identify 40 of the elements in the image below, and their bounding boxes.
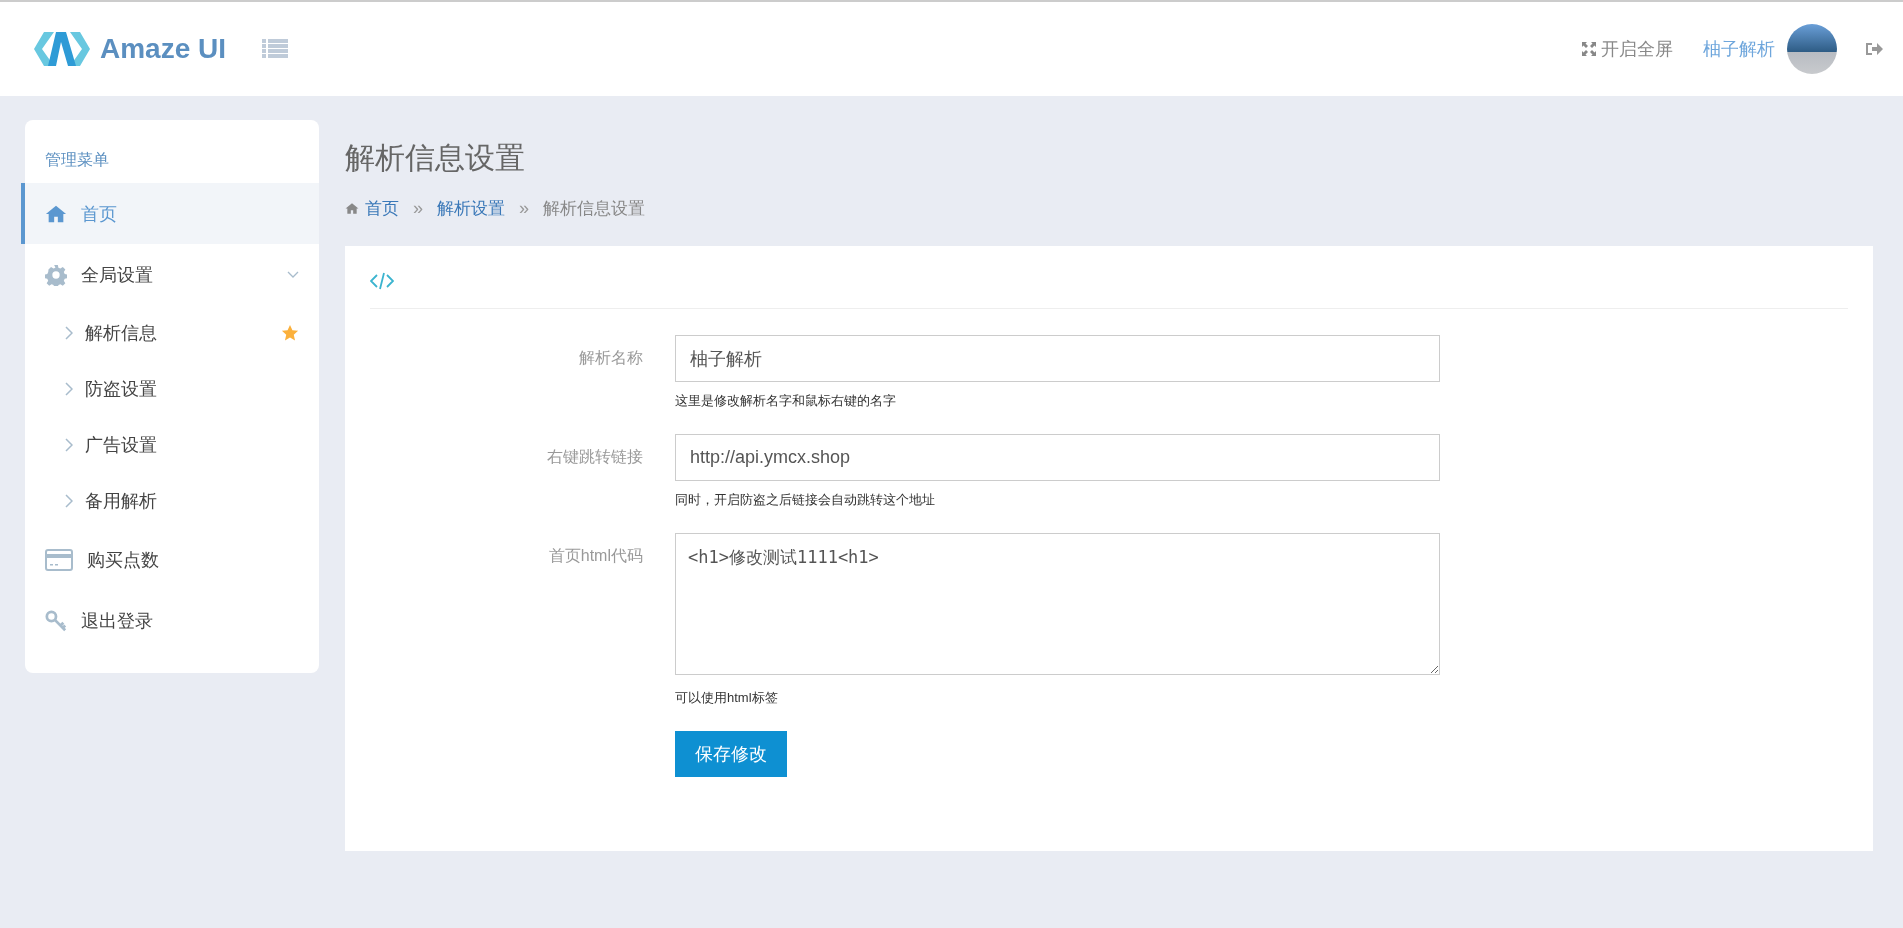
sidebar-subitem[interactable]: 防盗设置 <box>25 361 319 417</box>
chevron-icon <box>65 438 73 452</box>
gear-icon <box>45 263 67 286</box>
field-label: 右键跳转链接 <box>546 447 643 467</box>
expand-icon <box>1581 41 1597 57</box>
avatar-photo[interactable] <box>1787 24 1837 74</box>
breadcrumb-separator: » <box>519 198 530 219</box>
page-title: 解析信息设置 <box>345 140 526 176</box>
field-label: 首页html代码 <box>547 546 643 566</box>
credit-card-icon <box>45 548 73 571</box>
logo-icon <box>34 32 90 66</box>
breadcrumb-current: 解析信息设置 <box>543 198 646 220</box>
sidebar-title: 管理菜单 <box>44 150 110 170</box>
code-icon <box>370 272 394 290</box>
logout-icon[interactable] <box>1865 41 1883 57</box>
chevron-icon <box>65 494 73 508</box>
save-button[interactable]: 保存修改 <box>675 731 787 777</box>
chevron-icon <box>65 382 73 396</box>
sidebar-item[interactable]: 全局设置 <box>21 244 319 305</box>
fullscreen-button[interactable]: 开启全屏 <box>1581 37 1673 61</box>
chevron-icon <box>65 326 73 340</box>
breadcrumb-link[interactable]: 解析设置 <box>437 197 505 220</box>
help-text: 同时，开启防盗之后链接会自动跳转这个地址 <box>675 491 936 509</box>
help-text: 这里是修改解析名字和鼠标右键的名字 <box>675 392 897 410</box>
help-text: 可以使用html标签 <box>675 689 779 707</box>
html-code-textarea[interactable]: <h1>修改测试1111<h1> <box>675 533 1440 675</box>
sidebar-subitem[interactable]: 广告设置 <box>25 417 319 473</box>
logo-text: Amaze UI <box>100 33 227 65</box>
sidebar-item[interactable]: 退出登录 <box>21 590 319 651</box>
key-icon <box>45 609 67 632</box>
text-input-field[interactable]: http://api.ymcx.shop <box>675 434 1440 481</box>
menu-icon[interactable] <box>262 39 289 59</box>
text-input-field[interactable]: 柚子解析 <box>675 335 1440 382</box>
home-icon <box>345 202 359 215</box>
breadcrumb-separator: » <box>413 198 423 219</box>
sidebar-subitem[interactable]: 备用解析 <box>25 473 319 529</box>
sidebar-subitem[interactable]: 解析信息 <box>25 305 319 361</box>
field-label: 解析名称 <box>578 348 643 368</box>
sidebar-item[interactable]: 购买点数 <box>21 529 319 590</box>
breadcrumb-link[interactable]: 首页 <box>365 197 399 220</box>
